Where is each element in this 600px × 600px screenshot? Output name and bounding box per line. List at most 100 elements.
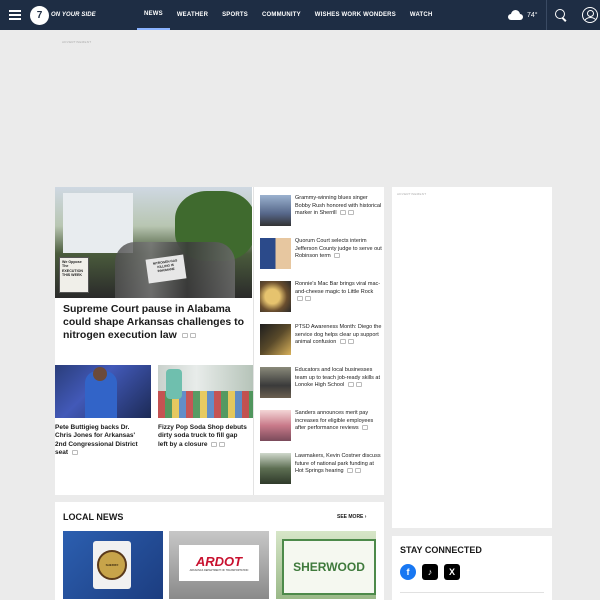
search-icon[interactable] bbox=[552, 6, 570, 24]
side-story-5-text: Educators and local businesses team up t… bbox=[295, 367, 380, 389]
side-story-4[interactable]: PTSD Awareness Month: Diego the service … bbox=[260, 324, 385, 356]
side-story-7-thumb bbox=[260, 453, 291, 484]
column-divider bbox=[253, 187, 254, 495]
nav-community[interactable]: COMMUNITY bbox=[255, 0, 308, 30]
logo-number: 7 bbox=[30, 5, 49, 25]
video-icon bbox=[189, 332, 196, 338]
partly-cloudy-icon bbox=[508, 10, 523, 20]
side-story-7-text: Lawmakers, Kevin Costner discuss future … bbox=[295, 453, 381, 475]
side-story-5-headline: Educators and local businesses team up t… bbox=[295, 367, 383, 390]
side-story-5[interactable]: Educators and local businesses team up t… bbox=[260, 367, 385, 399]
local-news-card-2[interactable]: ARDOT ARKANSAS DEPARTMENT OF TRANSPORTAT… bbox=[169, 531, 269, 599]
side-story-1[interactable]: Grammy-winning blues singer Bobby Rush h… bbox=[260, 195, 385, 227]
side-story-5-thumb bbox=[260, 367, 291, 398]
side-story-6-thumb bbox=[260, 410, 291, 441]
story-media-icons bbox=[297, 296, 311, 302]
nav-weather[interactable]: WEATHER bbox=[170, 0, 215, 30]
story-media-icons bbox=[71, 450, 78, 456]
video-icon bbox=[219, 441, 226, 447]
side-story-4-headline: PTSD Awareness Month: Diego the service … bbox=[295, 324, 383, 347]
side-story-1-thumb bbox=[260, 195, 291, 226]
local-news-card-3[interactable]: SHERWOOD bbox=[276, 531, 376, 599]
story-media-icons bbox=[362, 425, 369, 431]
video-icon bbox=[355, 382, 362, 388]
side-story-3-thumb bbox=[260, 281, 291, 312]
side-story-4-text: PTSD Awareness Month: Diego the service … bbox=[295, 324, 382, 346]
local-news-card-1[interactable]: SHERIFF bbox=[63, 531, 163, 599]
side-story-2-headline: Quorum Court selects interim Jefferson C… bbox=[295, 238, 383, 261]
side-story-4-thumb bbox=[260, 324, 291, 355]
side-story-3-text: Ronnie's Mac Bar brings viral mac-and-ch… bbox=[295, 281, 381, 295]
hero-sign-text-left: We Oppose The EXECUTION THIS WEEK bbox=[62, 260, 83, 278]
sub-story-2-headline: Fizzy Pop Soda Shop debuts dirty soda tr… bbox=[158, 424, 248, 449]
local-news-panel: LOCAL NEWS SEE MORE › SHERIFF ARDOT ARKA… bbox=[55, 502, 384, 600]
logo-tagline: ON YOUR SIDE bbox=[51, 12, 96, 18]
sub-story-2-image bbox=[158, 365, 254, 418]
hamburger-menu-icon[interactable] bbox=[0, 0, 30, 30]
sub-story-1-image bbox=[55, 365, 151, 418]
gallery-icon bbox=[339, 339, 346, 345]
top-navigation-bar: 7 ON YOUR SIDE NEWS WEATHER SPORTS COMMU… bbox=[0, 0, 600, 30]
local-news-heading: LOCAL NEWS bbox=[63, 512, 124, 522]
gallery-icon bbox=[297, 296, 303, 302]
story-media-icons bbox=[334, 253, 341, 259]
station-logo[interactable]: 7 ON YOUR SIDE bbox=[30, 0, 108, 30]
sub-story-2-text: Fizzy Pop Soda Shop debuts dirty soda tr… bbox=[158, 424, 247, 448]
current-temperature: 74° bbox=[527, 11, 538, 19]
sub-story-1[interactable]: Pete Buttigieg backs Dr. Chris Jones for… bbox=[55, 365, 151, 458]
header-divider bbox=[546, 0, 547, 30]
see-more-link[interactable]: SEE MORE › bbox=[337, 514, 366, 520]
side-story-2[interactable]: Quorum Court selects interim Jefferson C… bbox=[260, 238, 385, 270]
divider bbox=[400, 592, 544, 593]
weather-widget[interactable]: 74° bbox=[508, 0, 538, 30]
story-media-icons bbox=[340, 210, 355, 216]
gallery-icon bbox=[181, 332, 188, 338]
gallery-icon bbox=[211, 441, 218, 447]
side-story-2-thumb bbox=[260, 238, 291, 269]
right-ad-panel: ADVERTISEMENT bbox=[392, 187, 552, 528]
chevron-right-icon: › bbox=[364, 514, 367, 520]
stay-connected-panel: STAY CONNECTED f ♪ X bbox=[392, 536, 552, 600]
nav-sports[interactable]: SPORTS bbox=[215, 0, 255, 30]
side-story-1-text: Grammy-winning blues singer Bobby Rush h… bbox=[295, 195, 382, 217]
side-story-6-headline: Sanders announces merit pay increases fo… bbox=[295, 410, 383, 433]
nav-watch[interactable]: WATCH bbox=[403, 0, 440, 30]
card-2-logo-subtext: ARKANSAS DEPARTMENT OF TRANSPORTATION bbox=[189, 569, 249, 572]
side-story-7-headline: Lawmakers, Kevin Costner discuss future … bbox=[295, 453, 383, 476]
stay-connected-heading: STAY CONNECTED bbox=[400, 545, 482, 555]
side-story-3[interactable]: Ronnie's Mac Bar brings viral mac-and-ch… bbox=[260, 281, 385, 313]
story-media-icons bbox=[181, 332, 196, 338]
see-more-label: SEE MORE bbox=[337, 514, 364, 520]
video-icon bbox=[305, 296, 311, 302]
video-icon bbox=[362, 425, 369, 431]
video-icon bbox=[348, 210, 355, 216]
main-nav: NEWS WEATHER SPORTS COMMUNITY WISHES WOR… bbox=[137, 0, 439, 30]
hero-image[interactable]: We Oppose The EXECUTION THIS WEEK NITROG… bbox=[55, 187, 252, 298]
facebook-icon[interactable]: f bbox=[400, 564, 416, 580]
side-story-1-headline: Grammy-winning blues singer Bobby Rush h… bbox=[295, 195, 383, 218]
nav-news[interactable]: NEWS bbox=[137, 0, 170, 30]
sub-story-1-text: Pete Buttigieg backs Dr. Chris Jones for… bbox=[55, 424, 138, 457]
gallery-icon bbox=[347, 382, 354, 388]
x-icon[interactable]: X bbox=[444, 564, 460, 580]
card-2-logo-text: ARDOT bbox=[195, 554, 243, 569]
gallery-icon bbox=[340, 210, 347, 216]
hero-sign-text-center: NITROGEN GAS KILLING IS INHUMANE bbox=[152, 258, 178, 274]
nav-wishes-work-wonders[interactable]: WISHES WORK WONDERS bbox=[308, 0, 403, 30]
hero-headline[interactable]: Supreme Court pause in Alabama could sha… bbox=[63, 303, 248, 342]
side-story-6[interactable]: Sanders announces merit pay increases fo… bbox=[260, 410, 385, 442]
side-story-3-headline: Ronnie's Mac Bar brings viral mac-and-ch… bbox=[295, 281, 383, 304]
side-story-7[interactable]: Lawmakers, Kevin Costner discuss future … bbox=[260, 453, 385, 485]
story-media-icons bbox=[211, 441, 226, 447]
ad-label-top: ADVERTISEMENT bbox=[62, 40, 92, 44]
top-stories-panel: We Oppose The EXECUTION THIS WEEK NITROG… bbox=[55, 187, 384, 495]
tiktok-icon[interactable]: ♪ bbox=[422, 564, 438, 580]
story-media-icons bbox=[347, 468, 362, 474]
sub-story-2[interactable]: Fizzy Pop Soda Shop debuts dirty soda tr… bbox=[158, 365, 254, 449]
sub-story-1-headline: Pete Buttigieg backs Dr. Chris Jones for… bbox=[55, 424, 145, 458]
card-1-badge-text: SHERIFF bbox=[105, 563, 119, 567]
account-icon[interactable] bbox=[582, 7, 598, 23]
story-media-icons bbox=[339, 339, 354, 345]
ad-label-right: ADVERTISEMENT bbox=[397, 192, 427, 196]
card-3-sign-text: SHERWOOD bbox=[293, 560, 365, 574]
